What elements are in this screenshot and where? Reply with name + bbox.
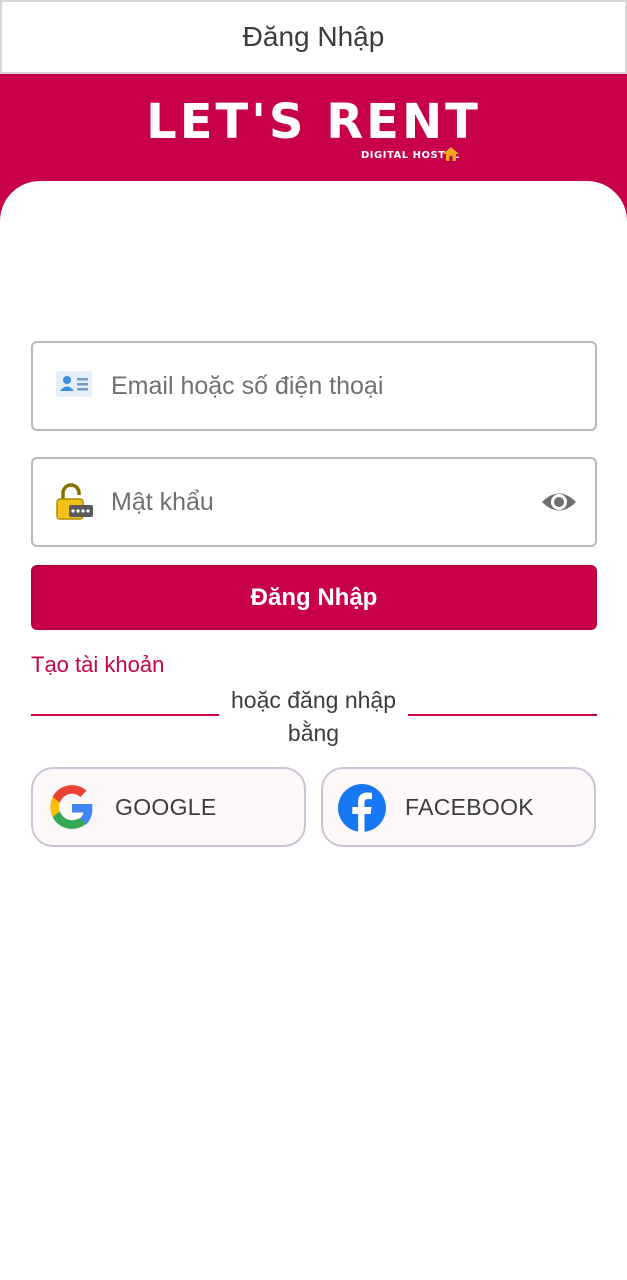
page-title: Đăng Nhập (242, 21, 385, 52)
facebook-icon (338, 784, 386, 832)
divider-line-right (408, 714, 597, 716)
password-field[interactable] (31, 457, 597, 547)
app-bar: Đăng Nhập (0, 0, 627, 74)
password-input[interactable] (111, 479, 531, 525)
contact-card-icon (56, 371, 92, 397)
google-icon (50, 785, 93, 829)
brand-title: LET'S RENT (146, 94, 481, 150)
google-login-button[interactable]: GOOGLE (31, 767, 306, 847)
padlock-icon (56, 483, 93, 520)
divider-line-left (31, 714, 219, 716)
facebook-label: FACEBOOK (405, 794, 534, 820)
login-screen: Đăng Nhập LET'S RENT DIGITAL HOSTEL Emai… (0, 0, 627, 1280)
login-button[interactable]: Đăng Nhập (31, 565, 597, 630)
create-account-link[interactable]: Tạo tài khoản (31, 652, 164, 678)
brand-logo: LET'S RENT (0, 96, 627, 148)
home-icon (443, 147, 459, 161)
facebook-login-button[interactable]: FACEBOOK (321, 767, 596, 847)
divider-text: hoặc đăng nhập bằng (231, 687, 396, 746)
email-field[interactable] (31, 341, 597, 431)
email-input[interactable] (111, 363, 531, 409)
eye-icon[interactable] (541, 487, 577, 517)
google-label: GOOGLE (115, 794, 217, 820)
